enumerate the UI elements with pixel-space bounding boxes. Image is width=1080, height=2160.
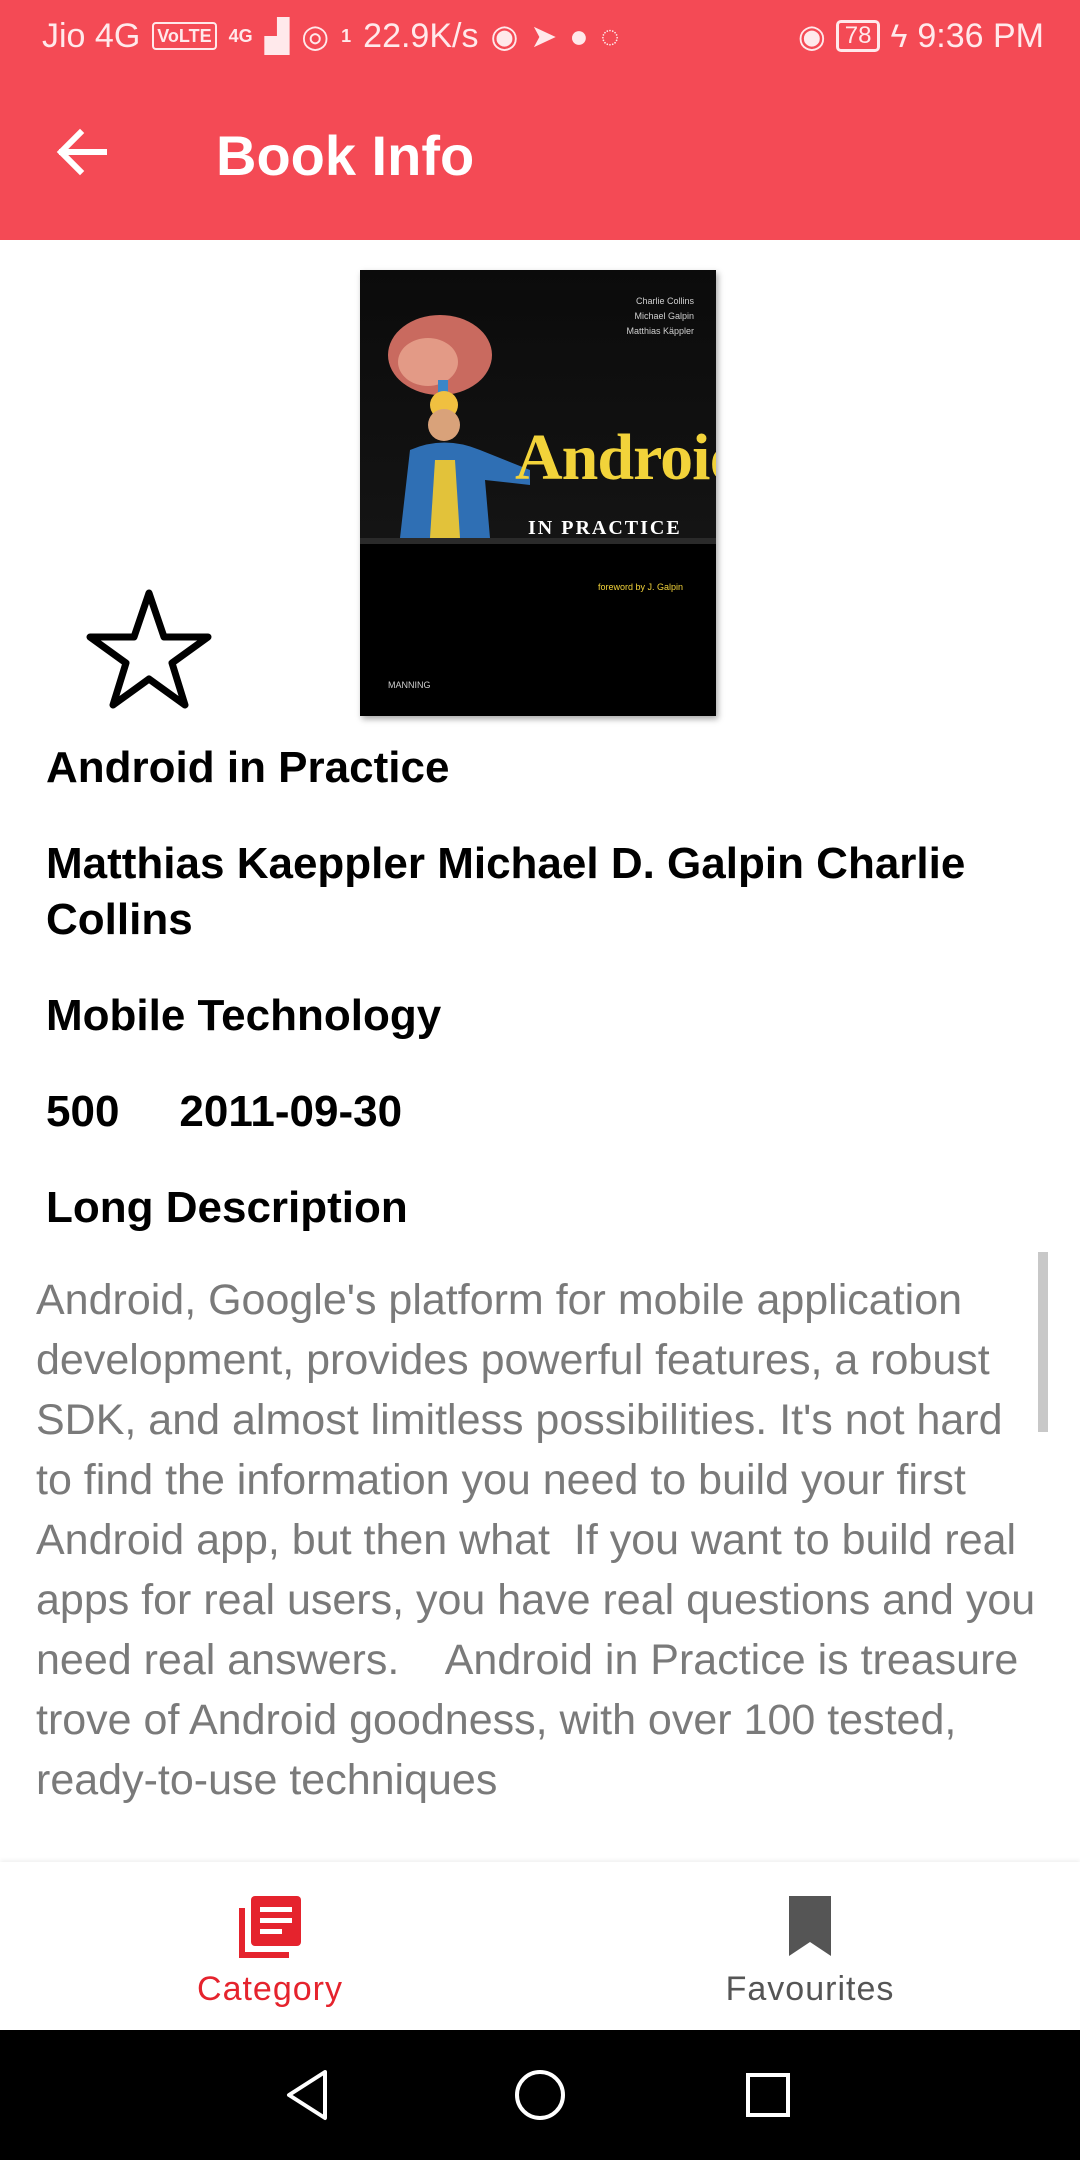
cast-icon: ◉ [490, 18, 519, 54]
hotspot-count: 1 [341, 26, 352, 46]
status-right: ◉ 78 ϟ 9:36 PM [798, 17, 1044, 56]
system-home-icon[interactable] [505, 2060, 575, 2130]
volte-badge: VoLTE [152, 22, 217, 50]
book-category: Mobile Technology [46, 991, 442, 1040]
description-scrollbar[interactable] [1038, 1252, 1048, 1432]
cover-publisher-logo: MANNING [388, 680, 431, 690]
eye-comfort-icon: ◉ [797, 18, 826, 54]
status-left: Jio 4G VoLTE 4G ▟ ◎ 1 22.9K/s ◉ ➤ ● ◌ [42, 17, 620, 56]
star-outline-icon [86, 589, 212, 709]
network-type-label: 4G [228, 26, 253, 46]
cover-illustration [388, 315, 530, 538]
book-title: Android in Practice [46, 743, 450, 792]
nav-item-category[interactable]: Category [0, 1862, 540, 2030]
bottom-navigation: Category Favourites [0, 1862, 1080, 2030]
page-title: Book Info [216, 124, 475, 187]
book-authors: Matthias Kaeppler Michael D. Galpin Char… [46, 839, 966, 944]
message-icon: ● [569, 17, 589, 54]
cover-author: Michael Galpin [634, 311, 694, 321]
back-button[interactable] [52, 122, 112, 182]
telegram-icon: ➤ [530, 18, 558, 54]
charging-icon: ϟ [890, 17, 908, 54]
clock: 9:36 PM [917, 16, 1044, 55]
hotspot-icon: ◎ [301, 18, 330, 54]
cover-authors: Charlie Collins Michael Galpin Matthias … [626, 294, 694, 339]
cover-divider [360, 538, 716, 544]
cover-author: Charlie Collins [635, 296, 694, 306]
cover-foreword: foreword by J. Galpin [598, 582, 684, 592]
book-cover-image: Charlie Collins Michael Galpin Matthias … [360, 270, 716, 716]
signal-icon: ▟ [264, 18, 290, 54]
nav-label-category: Category [197, 1970, 343, 2008]
favorite-toggle[interactable] [84, 585, 214, 710]
carrier-label: Jio 4G [42, 16, 141, 55]
system-navigation-bar [0, 2030, 1080, 2160]
status-bar: Jio 4G VoLTE 4G ▟ ◎ 1 22.9K/s ◉ ➤ ● ◌ ◉ … [0, 0, 1080, 72]
book-meta: 500 2011-09-30 [46, 1084, 402, 1140]
published-date: 2011-09-30 [179, 1087, 403, 1136]
description-scroll-area[interactable]: Android, Google's platform for mobile ap… [36, 1270, 1042, 1832]
bookmark-icon [789, 1896, 831, 1956]
battery-indicator: 78 [835, 20, 881, 52]
page-count: 500 [46, 1087, 120, 1136]
network-speed: 22.9K/s [363, 16, 479, 55]
system-recents-icon[interactable] [733, 2060, 803, 2130]
app-bar: Book Info [0, 72, 1080, 240]
cover-title: Android [515, 421, 716, 494]
cover-author: Matthias Käppler [626, 326, 694, 336]
system-back-icon[interactable] [273, 2060, 343, 2130]
nav-label-favourites: Favourites [725, 1970, 895, 2008]
sync-icon: ◌ [600, 17, 620, 54]
cover-subtitle: IN PRACTICE [528, 517, 682, 539]
arrow-left-icon [56, 128, 107, 176]
category-list-icon [239, 1896, 301, 1958]
description-text: Android, Google's platform for mobile ap… [36, 1276, 1036, 1804]
description-heading: Long Description [46, 1183, 408, 1232]
nav-item-favourites[interactable]: Favourites [540, 1862, 1080, 2030]
